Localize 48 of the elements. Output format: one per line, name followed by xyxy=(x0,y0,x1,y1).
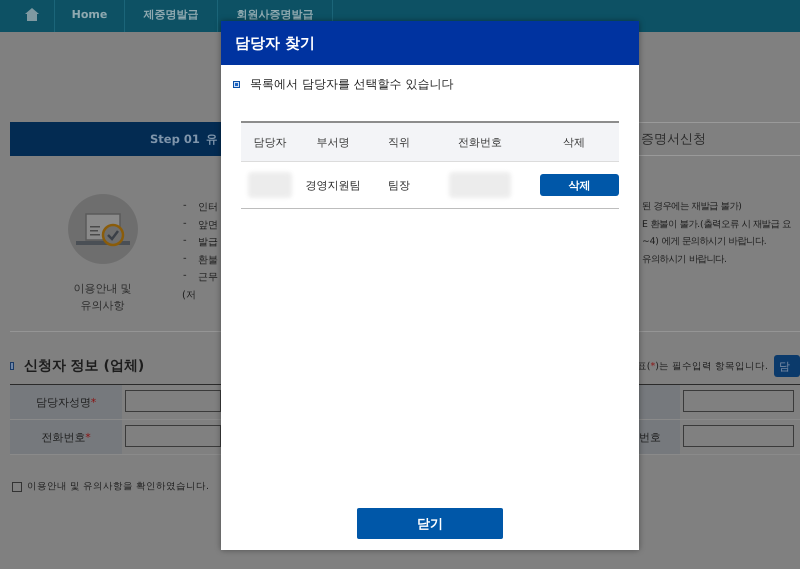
laptop-check-icon xyxy=(68,194,138,264)
dash-mark: - xyxy=(182,270,188,284)
dialog-title: 담당자 찾기 xyxy=(235,34,316,52)
close-button[interactable]: 닫기 xyxy=(357,508,503,539)
field-label: 번호 xyxy=(639,430,661,444)
notice-text: 근무 xyxy=(198,271,218,286)
notice-text: 된 경우에는 재발급 불가) xyxy=(642,200,743,214)
dash-mark: - xyxy=(182,252,188,266)
column-header: 부서명 xyxy=(316,134,350,150)
notice-text: E 환불이 불가.(출력오류 시 재발급 요 xyxy=(642,218,791,232)
required-note: 표(*)는 필수입력 항목입니다. xyxy=(636,360,768,372)
text-input[interactable] xyxy=(683,390,794,412)
field-label: 담당자성명* xyxy=(36,394,96,410)
column-header: 직위 xyxy=(387,134,411,150)
notice-text: ~4) 에게 문의하시기 바랍니다. xyxy=(642,235,768,250)
delete-button[interactable]: 삭제 xyxy=(540,174,619,196)
notice-text: 환불 xyxy=(198,254,218,268)
notice-text: 앞면 xyxy=(198,218,218,233)
column-header: 전화번호 xyxy=(457,134,503,150)
dash-mark: - xyxy=(182,235,188,248)
dash-mark: - xyxy=(182,200,188,213)
guide-label: 이용안내 및 유의사항 xyxy=(73,281,132,314)
notice-text: 발급 xyxy=(198,236,218,250)
field-label: 전화번호* xyxy=(41,430,91,444)
home-icon xyxy=(25,8,39,20)
step-title: 유 xyxy=(206,132,218,146)
notice-text: 인터 xyxy=(198,201,218,215)
section-title: 신청자 정보 (업체) xyxy=(24,357,146,375)
step-tab-title: 증명서신청 xyxy=(641,131,706,148)
table-cell-text: 팀장 xyxy=(387,178,411,192)
column-header: 삭제 xyxy=(562,134,586,150)
checkbox[interactable] xyxy=(12,482,22,492)
bullet-icon xyxy=(233,81,240,88)
table-cell-text: 경영지원팀 xyxy=(304,178,362,192)
text-input[interactable] xyxy=(683,425,794,447)
dialog-notice: 목록에서 담당자를 선택할수 있습니다 xyxy=(250,76,454,93)
text-input[interactable] xyxy=(125,425,221,447)
bullet-icon xyxy=(10,362,14,370)
text-input[interactable] xyxy=(125,390,221,412)
nav-link[interactable]: 제중명발급 xyxy=(125,0,218,32)
dash-mark: - xyxy=(182,218,188,231)
notice-text: (저 xyxy=(182,288,196,303)
header-button[interactable]: 담 xyxy=(774,355,800,377)
checkbox-label: 이용안내 및 유의사항을 확인하였습니다. xyxy=(27,480,210,493)
step-number: Step 01 xyxy=(150,132,200,146)
column-header: 담당자 xyxy=(252,134,288,150)
nav-link[interactable]: Home xyxy=(55,0,125,32)
notice-text: 유의하시기 바랍니다. xyxy=(642,252,728,267)
